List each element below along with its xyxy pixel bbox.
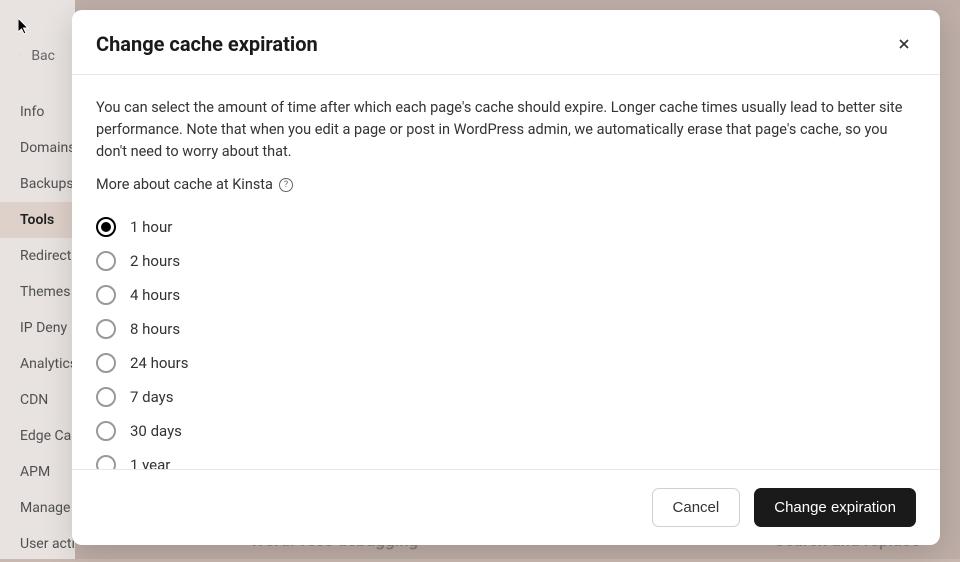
radio-label: 4 hours bbox=[130, 286, 180, 304]
radio-option-30-days[interactable]: 30 days bbox=[96, 421, 916, 441]
radio-dot bbox=[101, 222, 111, 232]
radio-option-1-year[interactable]: 1 year bbox=[96, 455, 916, 469]
radio-circle bbox=[96, 319, 116, 339]
radio-label: 24 hours bbox=[130, 354, 189, 372]
modal-footer: Cancel Change expiration bbox=[72, 469, 940, 545]
close-button[interactable] bbox=[892, 32, 916, 56]
help-icon: ? bbox=[279, 178, 293, 192]
cancel-button[interactable]: Cancel bbox=[652, 488, 741, 527]
change-expiration-button[interactable]: Change expiration bbox=[754, 488, 916, 527]
radio-circle bbox=[96, 387, 116, 407]
cache-expiration-modal: Change cache expiration You can select t… bbox=[72, 10, 940, 545]
radio-circle bbox=[96, 455, 116, 469]
modal-title: Change cache expiration bbox=[96, 32, 318, 56]
expiration-radio-group: 1 hour 2 hours 4 hours 8 hours 24 hours 7 day… bbox=[96, 217, 916, 469]
radio-option-7-days[interactable]: 7 days bbox=[96, 387, 916, 407]
radio-option-4-hours[interactable]: 4 hours bbox=[96, 285, 916, 305]
radio-circle bbox=[96, 251, 116, 271]
radio-label: 8 hours bbox=[130, 320, 180, 338]
more-link-text: More about cache at Kinsta bbox=[96, 176, 273, 193]
radio-label: 1 year bbox=[130, 456, 170, 469]
close-icon bbox=[896, 36, 912, 52]
radio-label: 30 days bbox=[130, 422, 182, 440]
radio-label: 1 hour bbox=[130, 218, 172, 236]
modal-header: Change cache expiration bbox=[72, 10, 940, 75]
more-about-cache-link[interactable]: More about cache at Kinsta ? bbox=[96, 176, 293, 193]
modal-body: You can select the amount of time after … bbox=[72, 75, 940, 469]
radio-label: 7 days bbox=[130, 388, 174, 406]
radio-option-24-hours[interactable]: 24 hours bbox=[96, 353, 916, 373]
radio-option-1-hour[interactable]: 1 hour bbox=[96, 217, 916, 237]
modal-description: You can select the amount of time after … bbox=[96, 97, 916, 162]
radio-circle bbox=[96, 353, 116, 373]
radio-circle bbox=[96, 421, 116, 441]
cursor-pointer-icon bbox=[18, 18, 32, 36]
radio-option-8-hours[interactable]: 8 hours bbox=[96, 319, 916, 339]
radio-circle bbox=[96, 217, 116, 237]
radio-circle bbox=[96, 285, 116, 305]
radio-option-2-hours[interactable]: 2 hours bbox=[96, 251, 916, 271]
radio-label: 2 hours bbox=[130, 252, 180, 270]
